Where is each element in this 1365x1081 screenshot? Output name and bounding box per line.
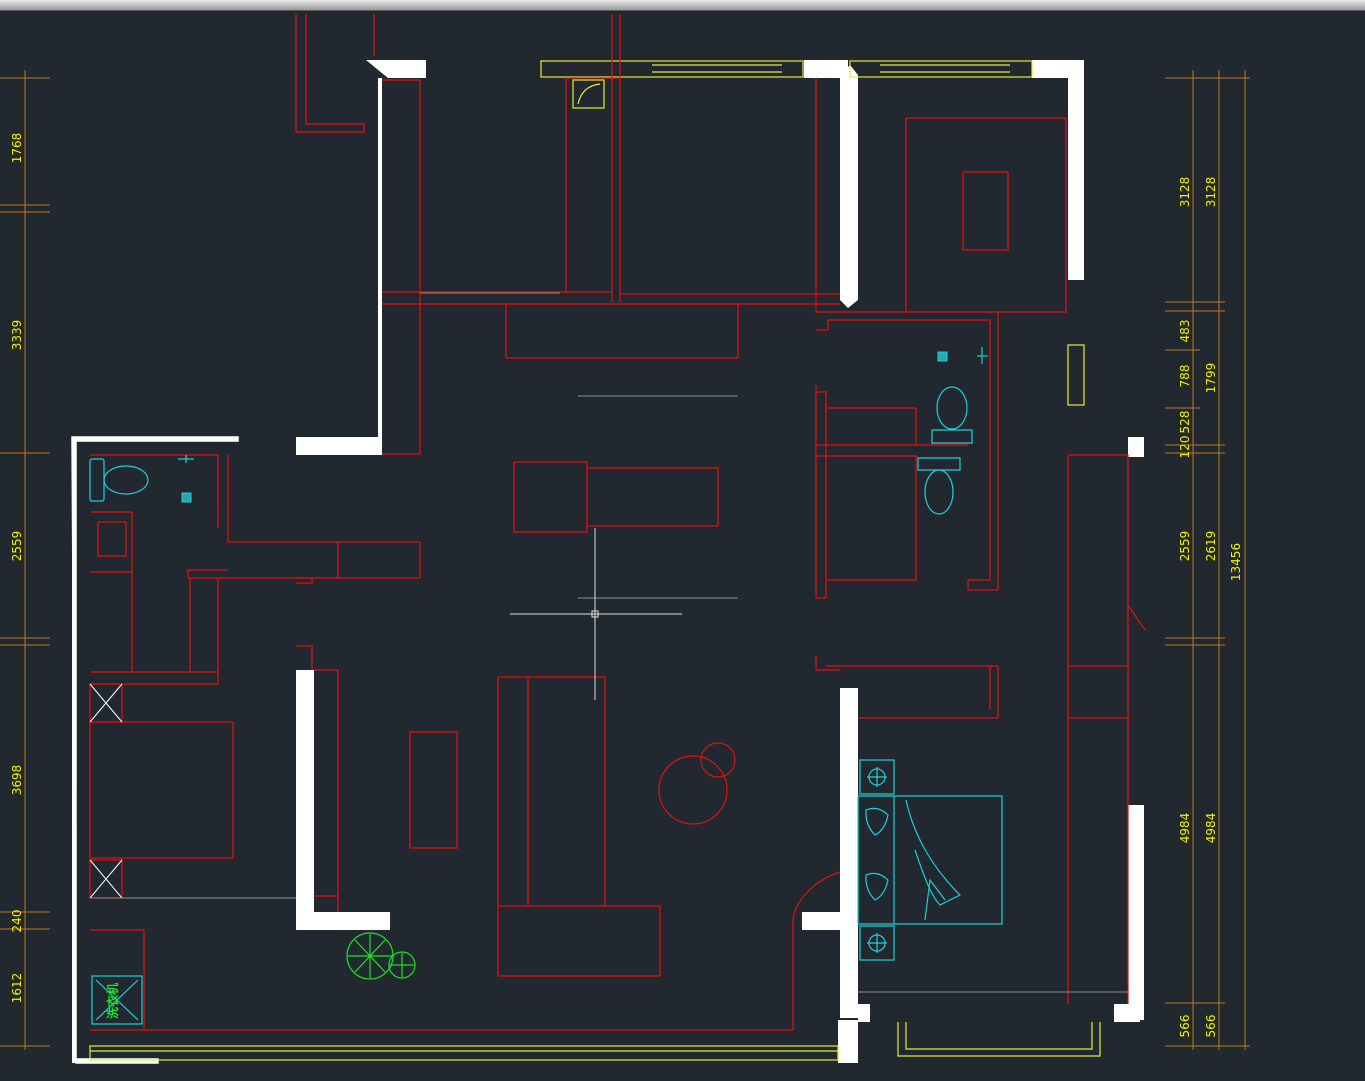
faucet-left bbox=[178, 455, 194, 463]
nightstand-right-bottom bbox=[859, 925, 895, 961]
window-top-1 bbox=[540, 60, 804, 78]
floor-plan-canvas[interactable]: 1768 3339 2559 3698 240 1612 3128 483 78… bbox=[0, 11, 1365, 1081]
dim-right-b-5: 566 bbox=[1204, 1015, 1218, 1038]
window-right bbox=[1067, 344, 1085, 406]
wall-bottom-right bbox=[858, 1004, 1140, 1022]
washer-label: 洗衣机 bbox=[105, 983, 120, 1019]
round-stool bbox=[700, 742, 736, 778]
dim-left-3: 2559 bbox=[10, 531, 24, 562]
wall-bedroom-pier bbox=[840, 688, 858, 1018]
interior-lines bbox=[89, 14, 1146, 1031]
wall-corridor-upper bbox=[296, 78, 382, 455]
bathroom-fixtures: 洗衣机 bbox=[89, 347, 1003, 1025]
dim-right-a-1: 3128 bbox=[1178, 177, 1192, 208]
dim-total: 13456 bbox=[1229, 543, 1243, 581]
right-dimension-chains: 3128 483 788 528 120 2559 4984 566 3128 … bbox=[1165, 70, 1250, 1050]
dim-right-a-7: 4984 bbox=[1178, 813, 1192, 844]
wardrobe-top-right bbox=[905, 117, 1067, 313]
dim-left-6: 1612 bbox=[10, 973, 24, 1004]
window-top-2 bbox=[849, 60, 1033, 78]
armchair bbox=[513, 461, 588, 533]
dim-left-1: 1768 bbox=[10, 133, 24, 164]
cabinet-small bbox=[97, 521, 127, 557]
cad-crosshair-cursor bbox=[510, 528, 682, 700]
wall-right-lower bbox=[1128, 805, 1144, 1020]
bed-right bbox=[857, 795, 1003, 925]
washing-machine: 洗衣机 bbox=[91, 975, 143, 1025]
cabinet-top bbox=[505, 303, 739, 359]
wall-right-upper bbox=[1068, 60, 1084, 280]
window-top-bar bbox=[0, 0, 1365, 11]
wall-top-left-corner bbox=[366, 60, 426, 78]
left-dimension-chain: 1768 3339 2559 3698 240 1612 bbox=[0, 70, 50, 1050]
toilet-right-upper bbox=[931, 386, 973, 444]
window-bay-bottom bbox=[897, 1022, 1101, 1057]
dim-right-b-3: 2619 bbox=[1204, 531, 1218, 562]
dim-left-4: 3698 bbox=[10, 765, 24, 796]
round-table bbox=[658, 755, 728, 825]
dim-right-a-3: 788 bbox=[1178, 365, 1192, 388]
wall-pier bbox=[840, 65, 858, 308]
wall-left-side bbox=[72, 437, 76, 1063]
toilet-left bbox=[89, 458, 149, 502]
desk-top-right bbox=[962, 171, 1009, 251]
dim-right-b-2: 1799 bbox=[1204, 363, 1218, 394]
wall-left-wing bbox=[71, 436, 239, 1064]
dim-right-a-6: 2559 bbox=[1178, 531, 1192, 562]
bed-left bbox=[89, 721, 234, 859]
sofa-top bbox=[586, 467, 719, 527]
dim-right-b-1: 3128 bbox=[1204, 177, 1218, 208]
sofa-l-shape bbox=[497, 676, 661, 977]
toilet-right-lower bbox=[917, 457, 961, 515]
walls bbox=[71, 60, 1144, 1064]
wall-bottom-right-end bbox=[838, 1020, 858, 1063]
dim-right-b-4: 4984 bbox=[1204, 813, 1218, 844]
wall-right-bay bbox=[1128, 437, 1144, 457]
window-bottom bbox=[89, 1045, 839, 1061]
potted-plant bbox=[346, 932, 416, 980]
dim-right-a-4: 528 bbox=[1178, 411, 1192, 434]
dim-left-2: 3339 bbox=[10, 320, 24, 351]
wall-inner-divider-base bbox=[296, 912, 390, 930]
floor-drain-left bbox=[181, 492, 192, 503]
faucet-right bbox=[977, 347, 988, 364]
desk-left bbox=[409, 731, 458, 849]
dim-right-a-2: 483 bbox=[1178, 320, 1192, 343]
reference-lines bbox=[90, 292, 1128, 993]
floor-drain-right bbox=[937, 351, 948, 362]
wall-left-top bbox=[72, 437, 238, 441]
dim-right-a-8: 566 bbox=[1178, 1015, 1192, 1038]
nightstand-right-top bbox=[859, 759, 895, 795]
wall-stub bbox=[802, 912, 842, 930]
dim-right-a-5: 120 bbox=[1178, 436, 1192, 459]
wall-inner-divider bbox=[296, 670, 314, 930]
dim-left-5: 240 bbox=[10, 910, 24, 933]
